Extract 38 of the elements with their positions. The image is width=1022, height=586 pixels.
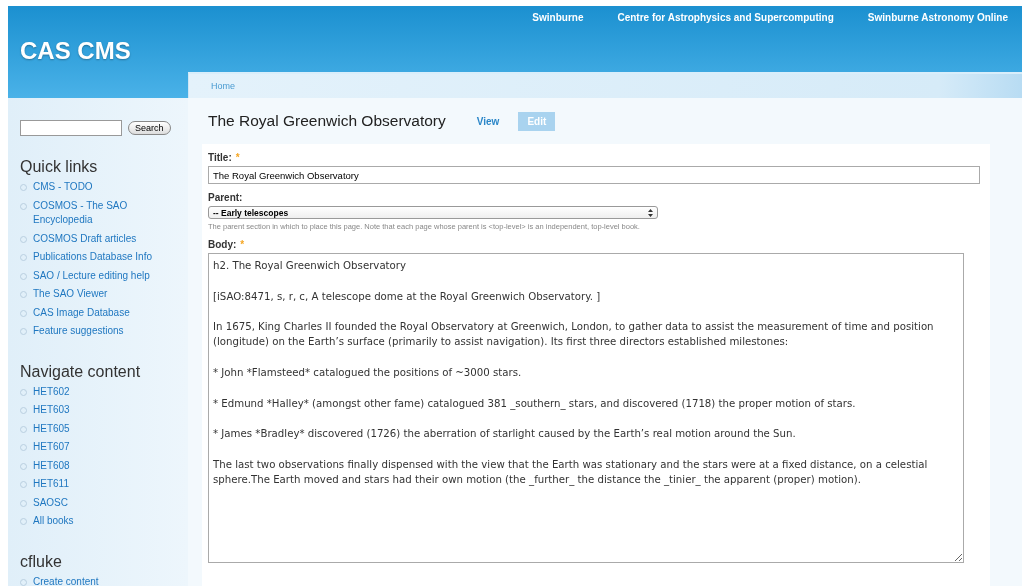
sidebar-link[interactable]: Create content	[33, 574, 99, 586]
page-title: The Royal Greenwich Observatory	[208, 112, 446, 130]
field-label: Body: *	[208, 239, 246, 250]
sidebar-link[interactable]: All books	[33, 514, 74, 529]
body-field[interactable]: h2. The Royal Greenwich Observatory [iSAO:8471, s, r, c, A telescope dome at the Royal Greenwich Observatory. ] In 1675, King Charles II founded the Royal Observatory at Greenwich, London, to gather data to assist the measurement of time and position (longitude) on the Earth’s surface (primarily to assist navigation). Its first three directors established milestones: * John *Flamsteed* catalogued the positions of ~3000 stars. * Edmund *Halley* (amongst other fame) catalogued 381 _southern_ stars, and discovered (1718) the proper motion of stars. * James *Bradley* discovered (1726) the aberration of starlight caused by the Earth’s real motion around the Sun. The last two observations finally dispensed with the view that the Earth was stationary and the stars were at a fixed distance, on a celestial sphere.The Earth moved and stars had their own motion (the _further_ the distance the _tinier_ the apparent (proper) motion).	[208, 253, 964, 563]
sidebar-link[interactable]: HET605	[33, 421, 70, 436]
sidebar-link[interactable]: COSMOS Draft articles	[33, 231, 137, 246]
search-field[interactable]	[20, 120, 122, 136]
field-label: Title: *	[208, 152, 241, 163]
sidebar-link[interactable]: COSMOS - The SAO Encyclopedia	[33, 198, 158, 228]
site-name: CAS CMS	[19, 36, 132, 65]
header-link[interactable]: Swinburne	[532, 12, 584, 23]
sidebar-link[interactable]: HET607	[33, 440, 70, 455]
field-label: Parent:	[208, 192, 244, 203]
sidebar-link[interactable]: SAOSC	[33, 495, 68, 510]
title-field[interactable]: The Royal Greenwich Observatory	[208, 166, 980, 184]
breadcrumb-link[interactable]: Home	[211, 81, 235, 91]
sidebar-link[interactable]: The SAO Viewer	[33, 287, 108, 302]
sidebar-link[interactable]: HET603	[33, 403, 70, 418]
block-title: Navigate content	[20, 362, 142, 381]
sidebar-link[interactable]: CMS - TODO	[33, 180, 93, 195]
block-title: cfluke	[20, 552, 63, 571]
sidebar-link[interactable]: Publications Database Info	[33, 250, 152, 265]
header-link[interactable]: Swinburne Astronomy Online	[867, 12, 1008, 23]
sidebar-link[interactable]: SAO / Lecture editing help	[33, 268, 150, 283]
sidebar-link[interactable]: HET611	[33, 477, 69, 492]
sidebar-link[interactable]: HET602	[33, 384, 70, 399]
block-title: Quick links	[20, 158, 99, 176]
required-mark: *	[240, 239, 245, 250]
sidebar-link[interactable]: Feature suggestions	[33, 324, 124, 339]
parent-select[interactable]: -- Early telescopes	[208, 206, 658, 219]
updown-icon	[648, 208, 653, 217]
required-mark: *	[235, 152, 240, 163]
header-link[interactable]: Centre for Astrophysics and Supercomputing	[617, 12, 834, 23]
sidebar-link[interactable]: CAS Image Database	[33, 305, 130, 320]
search-button[interactable]: Search	[128, 121, 171, 135]
tab[interactable]: View	[467, 111, 509, 131]
sidebar-link[interactable]: HET608	[33, 458, 70, 473]
